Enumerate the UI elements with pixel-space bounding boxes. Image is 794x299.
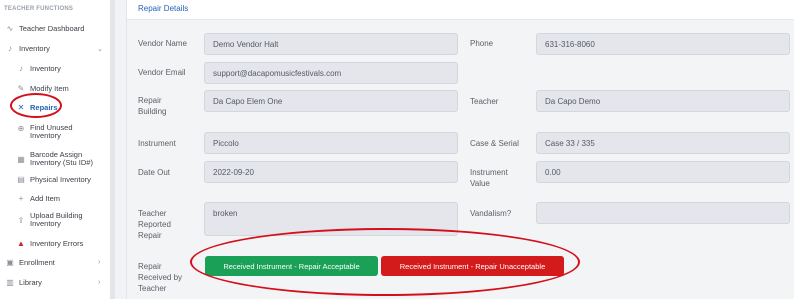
- vendor-email-label: Vendor Email: [138, 68, 186, 77]
- case-serial-label: Case & Serial: [470, 139, 519, 148]
- tools-icon: ✕: [17, 103, 25, 112]
- guitar-icon: ♪: [19, 64, 23, 73]
- label-line: Repair: [138, 96, 162, 105]
- sidebar-item-label: Modify Item: [30, 83, 69, 93]
- warning-icon: ▲: [17, 239, 25, 248]
- library-icon: ▥: [6, 278, 14, 287]
- sidebar-item-inventory[interactable]: ♪ Inventory ⌄: [5, 44, 105, 53]
- plus-icon: +: [18, 194, 24, 203]
- phone-field[interactable]: 631-316-8060: [536, 33, 790, 55]
- repair-acceptable-button[interactable]: Received Instrument - Repair Acceptable: [205, 256, 378, 276]
- sidebar-item-label: Library: [19, 278, 42, 287]
- sidebar-item-label: Inventory (Stu ID#): [30, 158, 93, 167]
- list-icon: ▤: [17, 175, 25, 184]
- repair-building-field[interactable]: Da Capo Elem One: [204, 90, 458, 112]
- repair-details-card: Repair Details Vendor Name Demo Vendor H…: [126, 0, 794, 299]
- sidebar-item-label: Inventory Errors: [30, 238, 84, 248]
- card-title: Repair Details: [138, 4, 189, 13]
- label-line: Teacher: [138, 284, 167, 293]
- instrument-label: Instrument: [138, 139, 176, 148]
- chevron-right-icon: ›: [98, 279, 101, 286]
- sidebar-item-inventory-errors[interactable]: ▲ Inventory Errors: [16, 239, 83, 248]
- repair-unacceptable-button[interactable]: Received Instrument - Repair Unacceptabl…: [381, 256, 564, 276]
- enrollment-icon: ▣: [6, 258, 14, 267]
- sidebar-item-physical-inventory[interactable]: ▤ Physical Inventory: [16, 175, 91, 184]
- barcode-icon: ▦: [17, 154, 25, 164]
- search-icon: ⊕: [17, 124, 25, 133]
- card-header: Repair Details: [127, 0, 794, 20]
- sidebar-item-label: Physical Inventory: [30, 174, 91, 184]
- sidebar-item-find-unused[interactable]: ⊕ Find Unused Inventory: [16, 124, 73, 140]
- chevron-down-icon: ⌄: [97, 45, 103, 53]
- sidebar-item-label: Inventory: [19, 44, 50, 53]
- sidebar-section-header: TEACHER FUNCTIONS: [4, 6, 74, 12]
- edit-icon: ✎: [17, 84, 25, 93]
- sidebar-item-label: Add Item: [30, 193, 61, 203]
- main-content: Repair Details Vendor Name Demo Vendor H…: [126, 0, 794, 299]
- vendor-name-field[interactable]: Demo Vendor Halt: [204, 33, 458, 55]
- teacher-field[interactable]: Da Capo Demo: [536, 90, 790, 112]
- sidebar: TEACHER FUNCTIONS ∿ Teacher Dashboard ♪ …: [0, 0, 110, 299]
- sidebar-item-add-item[interactable]: + Add Item: [16, 194, 60, 203]
- sidebar-item-label: Inventory: [30, 63, 61, 73]
- case-serial-field[interactable]: Case 33 / 335: [536, 132, 790, 154]
- sidebar-item-label: Inventory: [30, 219, 61, 228]
- label-line: Value: [470, 179, 490, 188]
- sidebar-item-upload-building[interactable]: ⇪ Upload Building Inventory: [16, 212, 83, 228]
- phone-label: Phone: [470, 39, 494, 48]
- repair-received-label: Repair Received by Teacher: [138, 261, 182, 294]
- vandalism-label: Vandalism?: [470, 209, 512, 218]
- date-out-field[interactable]: 2022-09-20: [204, 161, 458, 183]
- label-line: Received by: [138, 273, 183, 282]
- instrument-value-label: Instrument Value: [470, 167, 508, 189]
- label-line: Reported: [138, 220, 171, 229]
- teacher-reported-repair-textarea[interactable]: broken: [204, 202, 458, 236]
- date-out-label: Date Out: [138, 168, 171, 177]
- sidebar-item-teacher-dashboard[interactable]: ∿ Teacher Dashboard: [5, 24, 85, 33]
- sidebar-item-library[interactable]: ▥ Library ›: [5, 278, 105, 287]
- sidebar-item-label: Enrollment: [19, 258, 55, 267]
- vandalism-field[interactable]: [536, 202, 790, 224]
- sidebar-item-enrollment[interactable]: ▣ Enrollment ›: [5, 258, 105, 267]
- label-line: Repair: [138, 262, 162, 271]
- label-line: Repair: [138, 231, 162, 240]
- teacher-label: Teacher: [470, 97, 499, 106]
- teacher-reported-repair-label: Teacher Reported Repair: [138, 208, 171, 241]
- guitar-icon: ♪: [8, 44, 12, 53]
- instrument-field[interactable]: Piccolo: [204, 132, 458, 154]
- instrument-value-field[interactable]: 0.00: [536, 161, 790, 183]
- label-line: Teacher: [138, 209, 167, 218]
- sidebar-item-label: Inventory: [30, 131, 61, 140]
- sidebar-item-modify-item[interactable]: ✎ Modify Item: [16, 84, 69, 93]
- sidebar-item-barcode-assign[interactable]: ▦ Barcode Assign Inventory (Stu ID#): [16, 151, 93, 167]
- chevron-right-icon: ›: [98, 259, 101, 266]
- vendor-name-label: Vendor Name: [138, 39, 187, 48]
- vendor-email-field[interactable]: support@dacapomusicfestivals.com: [204, 62, 458, 84]
- label-line: Building: [138, 107, 167, 116]
- label-line: Instrument: [470, 168, 508, 177]
- repair-building-label: Repair Building: [138, 95, 166, 117]
- sidebar-item-label: Repairs: [30, 102, 58, 112]
- sidebar-item-sub-inventory[interactable]: ♪ Inventory: [16, 64, 61, 73]
- sidebar-item-repairs[interactable]: ✕ Repairs: [16, 103, 58, 112]
- gutter: [115, 0, 126, 299]
- sidebar-item-label: Teacher Dashboard: [19, 24, 85, 33]
- activity-icon: ∿: [6, 24, 14, 33]
- upload-icon: ⇪: [17, 215, 25, 225]
